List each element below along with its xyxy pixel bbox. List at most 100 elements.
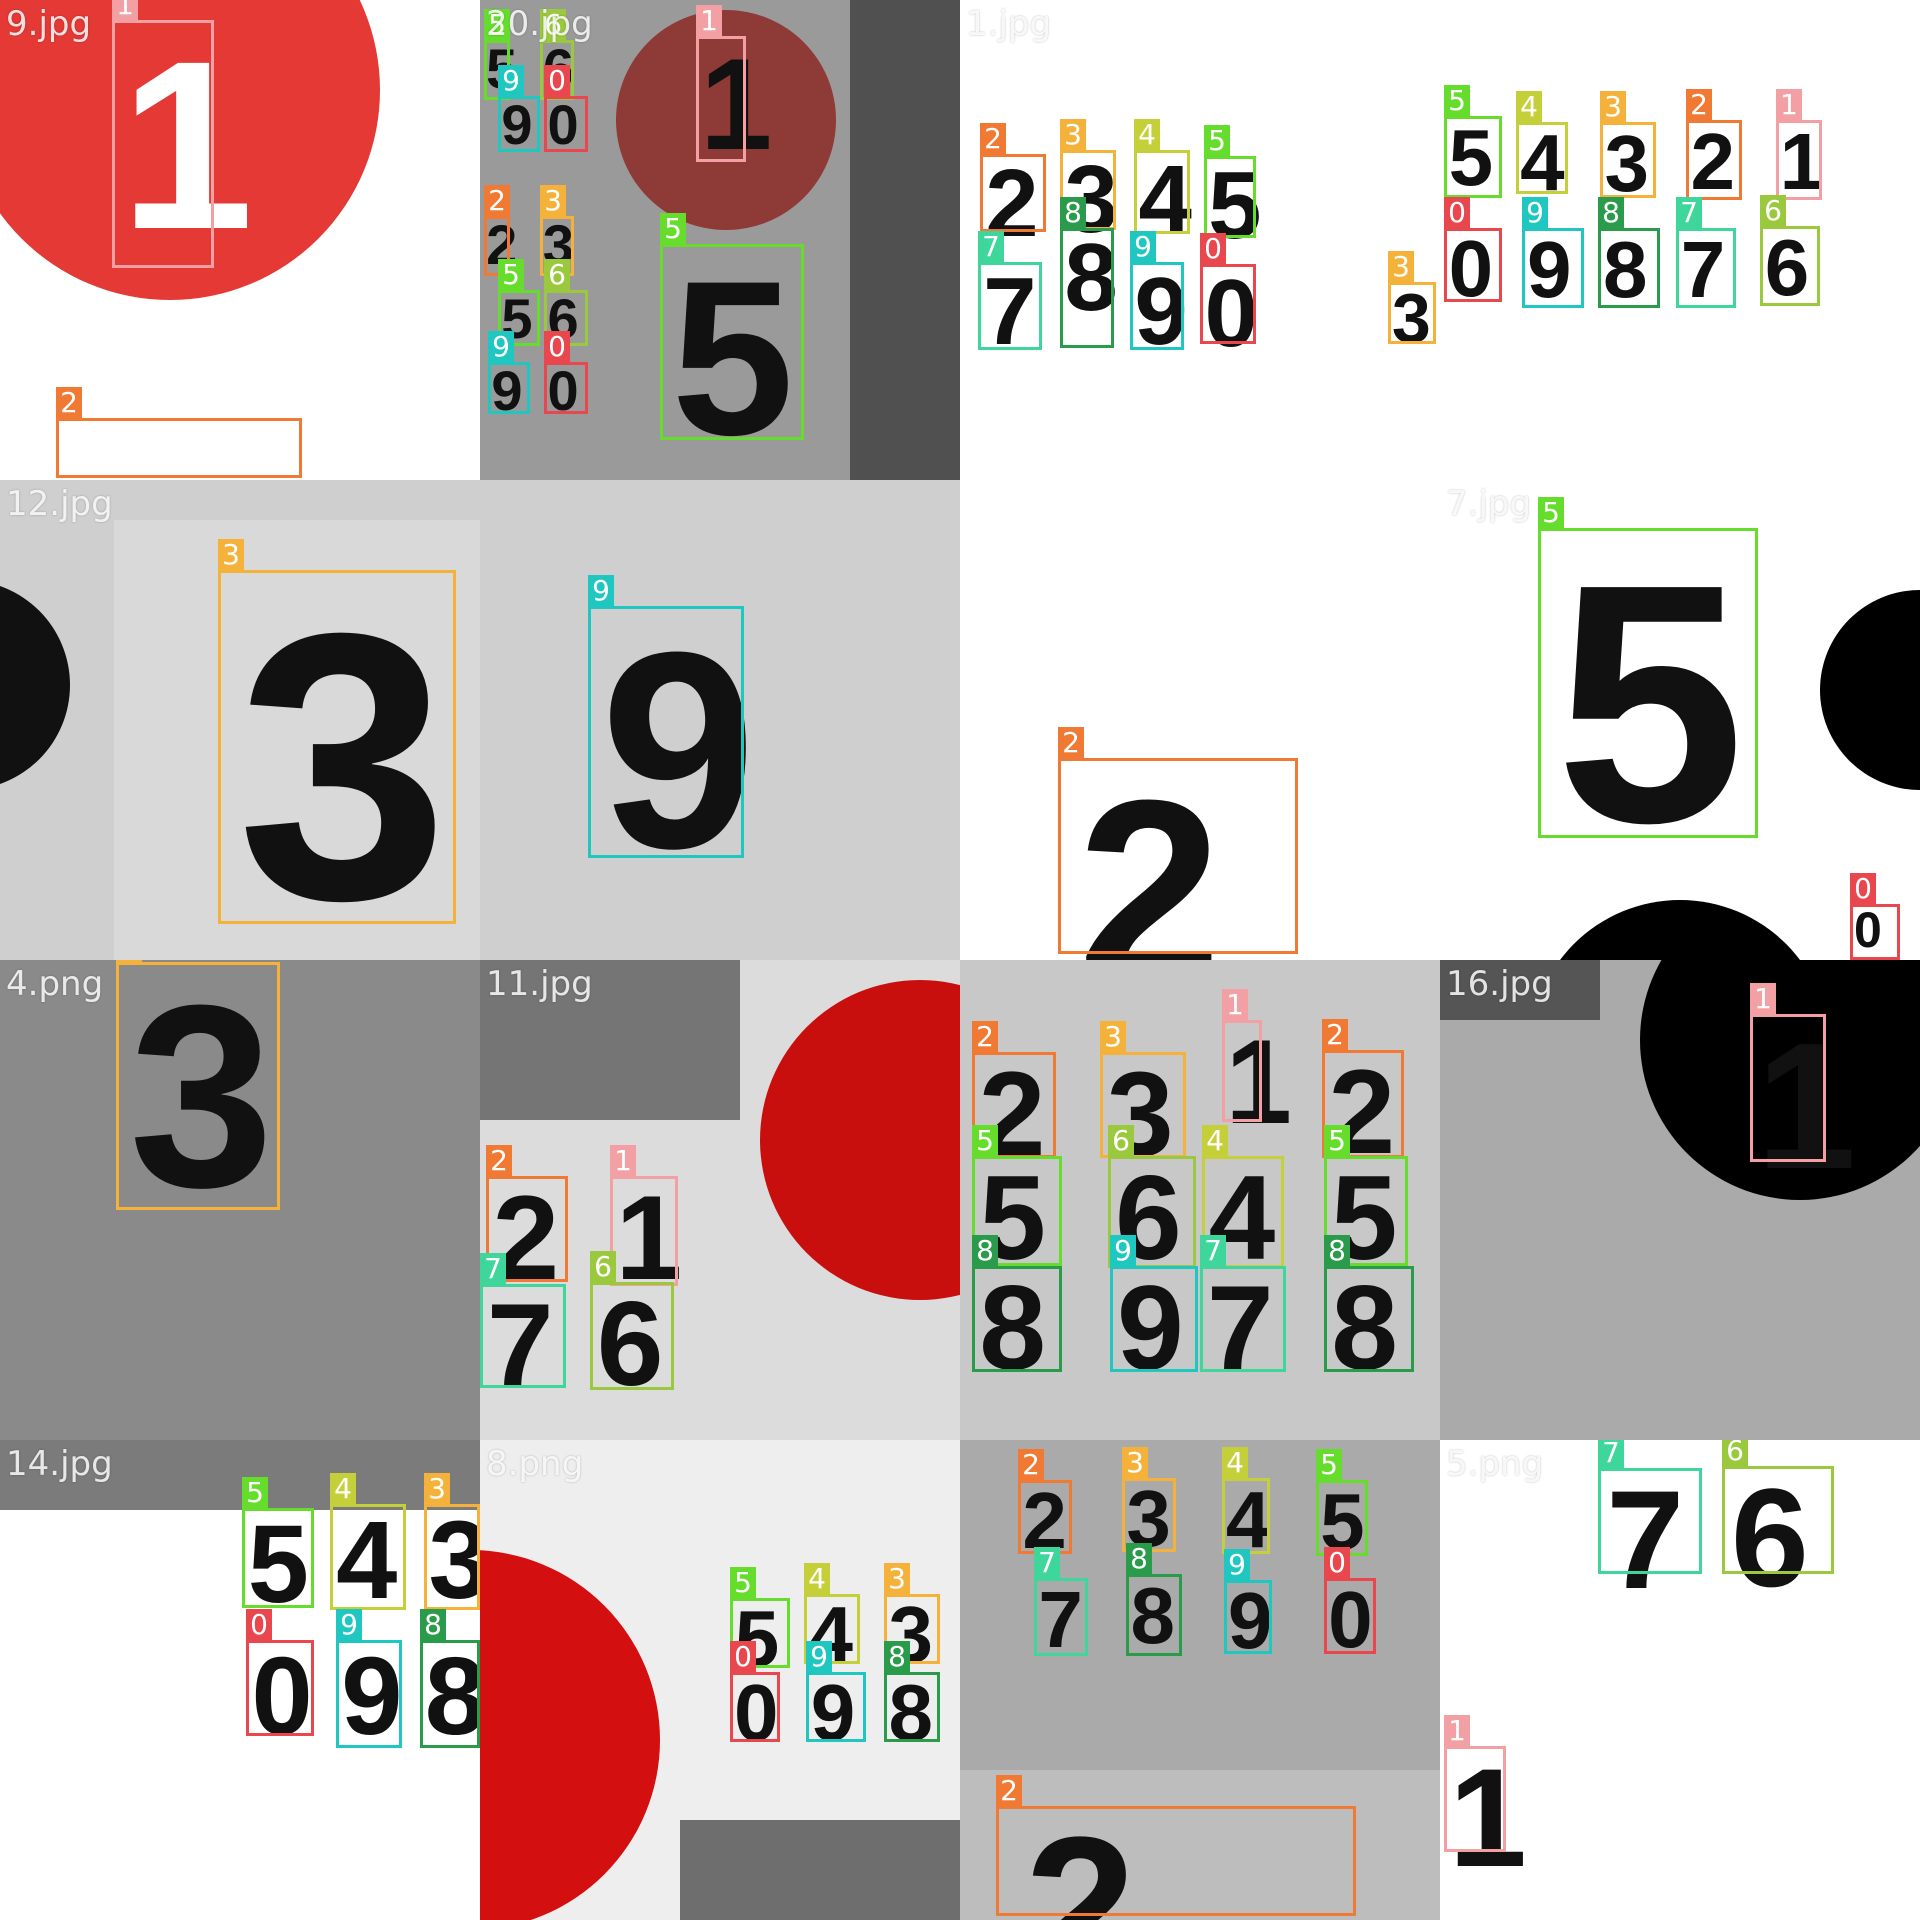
class-label-tag: 4 [330,1473,356,1505]
class-label-tag: 2 [1058,727,1084,759]
detection-box: 0 [1850,873,1900,960]
detection-box: 5 [1538,497,1758,838]
tile-filename: 1.jpg [966,4,1052,44]
class-label-tag: 0 [1850,873,1876,905]
detection-box: 9 [336,1609,402,1748]
class-label-tag: 2 [486,1145,512,1177]
class-label-tag: 3 [1060,119,1086,151]
tile-filename: 7.jpg [1446,484,1532,524]
detection-box: 3 [116,960,280,1210]
mosaic-tile: 99 [480,480,960,960]
class-label-tag: 1 [1776,89,1802,121]
detection-box: 0 [1444,197,1502,302]
detection-box: 0 [544,331,588,414]
detection-box: 1 [1776,89,1822,200]
detection-box: 9 [1522,197,1584,308]
class-label-tag: 8 [884,1641,910,1673]
class-label-tag: 8 [1126,1543,1152,1575]
background-disc [1820,590,1920,790]
class-label-tag: 5 [1316,1449,1342,1481]
class-label-tag: 6 [590,1251,616,1283]
class-label-tag: 5 [972,1125,998,1157]
class-label-tag: 1 [1222,989,1248,1021]
class-label-tag: 5 [242,1477,268,1509]
detection-box: 4 [1222,1447,1270,1554]
class-label-tag: 2 [1018,1449,1044,1481]
detection-box: 3 [424,1473,480,1610]
detection-box: 5 [660,213,804,440]
detection-box: 9 [488,331,530,414]
class-label-tag: 2 [1686,89,1712,121]
class-label-tag: 3 [218,539,244,571]
detection-box: 4 [330,1473,406,1610]
class-label-tag: 7 [978,231,1004,263]
mosaic-tile: 12.jpg 3 3 [0,480,480,960]
detection-box: 9 [498,65,540,152]
mosaic-tile: 11.jpg 2 2 1 1 7 7 6 6 [480,960,960,1440]
mosaic-tile: 223344557788990022 [960,1440,1440,1920]
detection-box: 8 [420,1609,480,1748]
mosaic-tile: 16.jpg 1 1 [1440,960,1920,1440]
class-label-tag: 8 [1060,197,1086,229]
detection-box: 8 [1126,1543,1182,1656]
class-label-tag: 1 [696,5,722,37]
tile-filename: 8.png [486,1444,584,1484]
detection-box: 3 [1388,251,1436,344]
background-disc [0,580,70,790]
class-label-tag: 4 [1202,1125,1228,1157]
detection-box: 7 [1034,1547,1088,1656]
class-label-tag: 5 [1538,497,1564,529]
mosaic-tile: 223311225566445588997788 [960,960,1440,1440]
detection-box: 8 [1598,197,1660,308]
class-label-tag: 2 [972,1021,998,1053]
class-label-tag: 9 [1110,1235,1136,1267]
class-label-tag: 1 [1444,1715,1470,1747]
class-label-tag: 1 [112,0,138,21]
class-label-tag: 9 [588,575,614,607]
class-label-tag: 4 [804,1563,830,1595]
class-label-tag: 6 [1760,195,1786,227]
class-label-tag: 3 [1388,251,1414,283]
detection-box: 0 [1200,233,1256,344]
class-label-tag: 9 [1522,197,1548,229]
detection-box: 6 [1722,1440,1834,1574]
detection-box: 0 [1324,1547,1376,1654]
background-disc [1530,900,1830,960]
class-label-tag: 5 [498,259,524,291]
detection-box: 1 [1750,983,1826,1162]
detection-box: 7 [1676,197,1736,308]
detection-box: 4 [1134,119,1190,234]
detection-box: 2 [1018,1449,1072,1554]
class-label-tag: 9 [806,1641,832,1673]
class-label-tag: 2 [1322,1019,1348,1051]
detection-box: 9 [588,575,744,858]
class-label-tag: 4 [1516,91,1542,123]
mosaic-tile: 8.png 5 5 4 4 3 3 0 0 9 9 8 8 [480,1440,960,1920]
class-label-tag: 3 [116,960,142,963]
detection-box: 4 [1516,91,1568,194]
class-label-tag: 0 [1444,197,1470,229]
class-label-tag: 0 [544,331,570,363]
mosaic-tile: 20.jpg115555669900223355669900 [480,0,960,480]
tile-filename: 14.jpg [6,1444,113,1484]
class-label-tag: 0 [544,65,570,97]
detection-box: 5 [1444,85,1502,198]
detection-box: 2 [996,1775,1356,1916]
detection-box: 0 [246,1609,314,1736]
detection-box: 6 [1760,195,1820,306]
class-label-tag: 2 [56,387,82,419]
detection-box: 3 [218,539,456,924]
mosaic-tile: 22 [960,480,1440,960]
class-label-tag: 9 [336,1609,362,1641]
class-label-tag: 5 [730,1567,756,1599]
tile-filename: 5.png [1446,1444,1544,1484]
class-label-tag: 9 [498,65,524,97]
detection-box: 7 [480,1253,566,1388]
class-label-tag: 4 [1222,1447,1248,1479]
class-label-tag: 2 [980,123,1006,155]
class-label-tag: 5 [1444,85,1470,117]
detection-box: 1 [610,1145,678,1286]
detection-box: 9 [1110,1235,1198,1372]
class-label-tag: 0 [246,1609,272,1641]
class-label-tag: 6 [1722,1440,1748,1467]
